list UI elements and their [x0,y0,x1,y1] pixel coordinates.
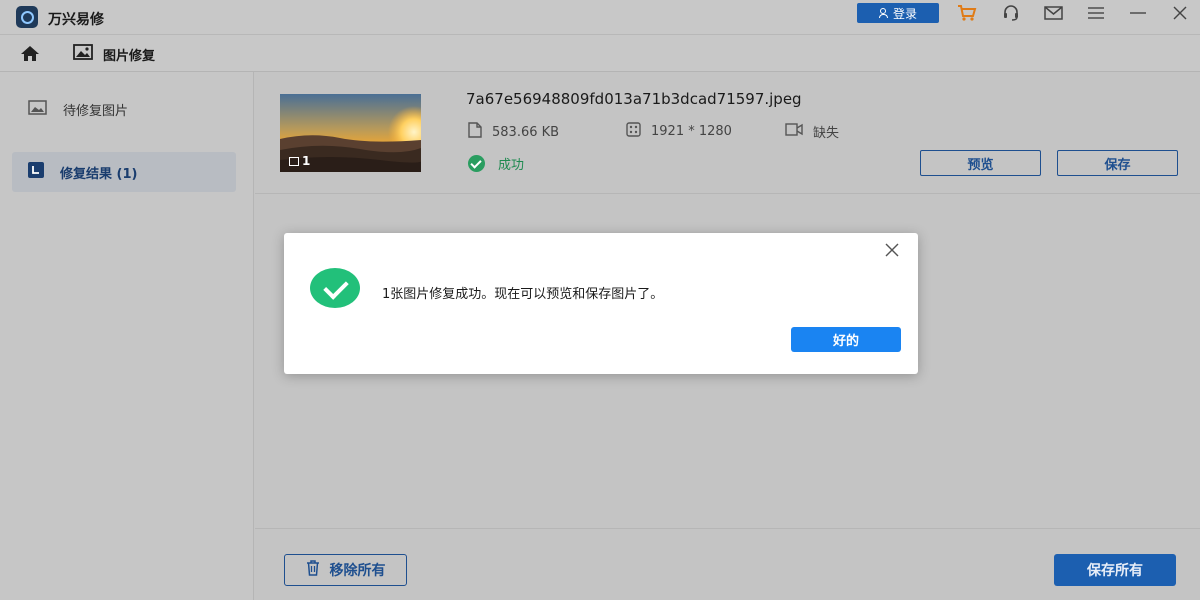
close-icon[interactable] [1169,4,1191,22]
sidebar: 待修复图片 修复结果 (1) [0,72,254,600]
preview-button[interactable]: 预览 [920,150,1041,176]
tab-label: 图片修复 [103,48,156,64]
image-count-badge: 1 [289,154,310,168]
status-text: 成功 [498,158,525,173]
video-status-value: 缺失 [813,126,840,141]
success-dialog: 1张图片修复成功。现在可以预览和保存图片了。 好的 [284,233,918,374]
dialog-message: 1张图片修复成功。现在可以预览和保存图片了。 [382,287,664,302]
video-info: 缺失 [785,122,839,141]
file-size: 583.66 KB [468,122,559,142]
resolution-icon [626,122,641,141]
mail-icon[interactable] [1042,4,1064,22]
trash-icon [306,560,320,580]
file-name: 7a67e56948809fd013a71b3dcad71597.jpeg [466,90,802,108]
sidebar-item-results[interactable]: 修复结果 (1) [12,152,236,192]
image-count: 1 [302,154,311,168]
repair-status: 成功 [468,154,524,173]
image-thumbnail[interactable]: 1 [280,94,421,172]
save-all-button[interactable]: 保存所有 [1054,554,1176,586]
cart-icon[interactable] [956,4,978,22]
remove-all-button[interactable]: 移除所有 [284,554,407,586]
user-icon [878,8,888,18]
sidebar-item-label: 修复结果 (1) [60,166,138,182]
picture-icon [289,156,299,166]
bottom-bar: 移除所有 保存所有 [255,528,1200,600]
resolution-value: 1921 * 1280 [651,124,732,139]
ok-button[interactable]: 好的 [791,327,901,352]
app-title: 万兴易修 [48,12,104,28]
result-icon [28,162,44,182]
file-icon [468,122,482,142]
file-card: 1 7a67e56948809fd013a71b3dcad71597.jpeg … [255,72,1200,194]
app-logo [16,6,38,28]
video-icon [785,123,803,140]
save-button[interactable]: 保存 [1057,150,1178,176]
success-check-icon [310,268,360,308]
tab-image-repair[interactable]: 图片修复 [73,44,155,64]
home-icon[interactable] [20,45,40,66]
image-icon [73,44,93,64]
file-resolution: 1921 * 1280 [626,122,732,141]
title-bar: 万兴易修 登录 [0,0,1200,34]
file-size-value: 583.66 KB [492,124,560,140]
login-label: 登录 [892,6,917,21]
sidebar-item-pending[interactable]: 待修复图片 [12,89,236,129]
dialog-close-icon[interactable] [884,242,900,258]
sidebar-item-label: 待修复图片 [63,103,129,119]
nav-bar: 图片修复 [0,34,1200,72]
login-button[interactable]: 登录 [857,3,939,23]
minimize-icon[interactable] [1127,4,1149,22]
menu-icon[interactable] [1085,4,1107,22]
remove-all-label: 移除所有 [329,563,386,579]
headset-icon[interactable] [1000,4,1022,22]
image-icon [28,99,47,119]
success-icon [468,155,485,172]
